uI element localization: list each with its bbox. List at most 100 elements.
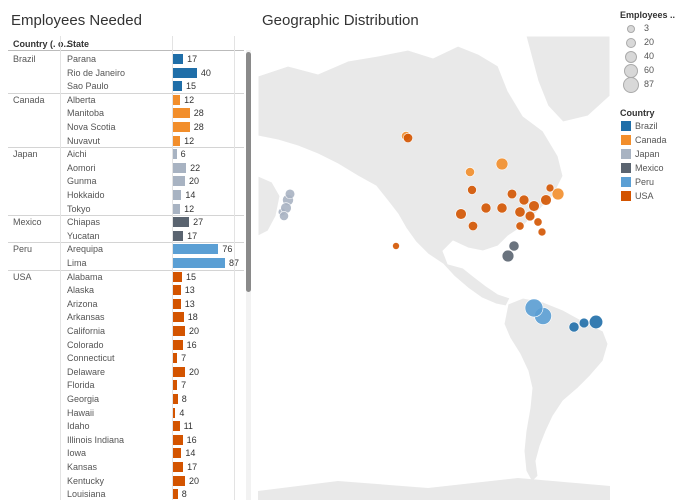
table-row[interactable]: Florida 7 [8, 378, 244, 392]
value-bar[interactable] [173, 217, 190, 228]
table-row[interactable]: Lima87 [8, 256, 244, 270]
table-row[interactable]: Japan Aichi 6 [8, 147, 244, 161]
legend-label[interactable]: USA [635, 191, 654, 201]
legend-swatch[interactable] [621, 163, 631, 173]
map-point[interactable] [496, 202, 508, 214]
employees-table[interactable]: Country (. o.. State Brazil Parana 17 Rio d… [8, 36, 244, 500]
table-row[interactable]: Iowa 14 [8, 446, 244, 460]
legend-label[interactable]: Japan [635, 149, 660, 159]
value-bar[interactable] [173, 94, 181, 105]
value-bar[interactable] [173, 475, 185, 486]
table-row[interactable]: Aomori 22 [8, 161, 244, 175]
legend-swatch[interactable] [621, 191, 631, 201]
table-row[interactable]: Kansas 17 [8, 460, 244, 474]
value-bar[interactable] [173, 162, 187, 173]
value-bar[interactable] [173, 203, 181, 214]
legend-swatch[interactable] [621, 121, 631, 131]
legend-label[interactable]: Peru [635, 177, 654, 187]
value-bar[interactable] [173, 122, 190, 132]
table-row[interactable]: Georgia 8 [8, 392, 244, 406]
map-point[interactable] [540, 194, 552, 206]
state-column-header[interactable]: State [67, 39, 89, 49]
value-bar[interactable] [173, 285, 181, 296]
table-row[interactable]: California 20 [8, 324, 244, 338]
table-row[interactable]: Tokyo 12 [8, 202, 244, 216]
table-row[interactable]: Peru Arequipa 76 [8, 242, 244, 256]
value-bar[interactable] [173, 312, 184, 323]
value-bar[interactable] [173, 394, 178, 404]
table-row[interactable]: USA Alabama 15 [8, 270, 244, 284]
map-point[interactable] [537, 227, 547, 237]
table-row[interactable]: Manitoba 28 [8, 106, 244, 120]
value-bar[interactable] [173, 271, 182, 282]
table-row[interactable]: Nuvavut 12 [8, 134, 244, 148]
legend-label[interactable]: Brazil [635, 121, 658, 131]
table-row[interactable]: Canada Alberta 12 [8, 93, 244, 107]
legend-label[interactable]: Canada [635, 135, 667, 145]
map-point[interactable] [578, 317, 590, 329]
map-point[interactable] [508, 240, 520, 252]
value-bar[interactable] [173, 462, 184, 472]
table-scrollbar[interactable] [246, 50, 251, 500]
value-bar[interactable] [173, 108, 190, 119]
map-point[interactable] [528, 200, 540, 212]
value-bar[interactable] [173, 54, 184, 64]
table-row[interactable]: Delaware 20 [8, 365, 244, 379]
map-point[interactable] [467, 220, 479, 232]
value-bar[interactable] [173, 149, 177, 160]
value-bar[interactable] [173, 366, 185, 377]
table-row[interactable]: Colorado 16 [8, 338, 244, 352]
map-point[interactable] [402, 132, 414, 144]
value-bar[interactable] [173, 339, 183, 350]
table-row[interactable]: Gunma 20 [8, 174, 244, 188]
map-point[interactable] [515, 221, 525, 231]
map-point[interactable] [501, 249, 515, 263]
map-point[interactable] [455, 208, 467, 220]
table-row[interactable]: Rio de Janeiro 40 [8, 66, 244, 80]
legend-swatch[interactable] [621, 135, 631, 145]
legend-swatch[interactable] [621, 149, 631, 159]
map-point[interactable] [467, 185, 477, 195]
table-row[interactable]: Nova Scotia 28 [8, 120, 244, 134]
value-bar[interactable] [173, 135, 181, 146]
table-row[interactable]: Mexico Chiapas 27 [8, 215, 244, 229]
table-row[interactable]: Hawaii 4 [8, 406, 244, 420]
map-point[interactable] [518, 194, 530, 206]
table-row[interactable]: Louisiana 8 [8, 487, 244, 500]
value-bar[interactable] [173, 244, 219, 255]
value-bar[interactable] [173, 258, 225, 268]
table-row[interactable]: Sao Paulo 15 [8, 79, 244, 93]
geographic-map[interactable] [258, 36, 610, 500]
map-point[interactable] [588, 314, 604, 330]
value-bar[interactable] [173, 298, 181, 309]
value-bar[interactable] [173, 326, 185, 336]
map-point[interactable] [495, 157, 509, 171]
table-row[interactable]: Idaho 11 [8, 419, 244, 433]
map-point[interactable] [545, 183, 555, 193]
table-row[interactable]: Kentucky 20 [8, 474, 244, 488]
table-row[interactable]: Connecticut 7 [8, 351, 244, 365]
map-point[interactable] [506, 188, 518, 200]
value-bar[interactable] [173, 448, 182, 459]
table-row[interactable]: Illinois Indiana 16 [8, 433, 244, 447]
table-row[interactable]: Arkansas 18 [8, 310, 244, 324]
table-row[interactable]: Brazil Parana 17 [8, 52, 244, 66]
value-bar[interactable] [173, 421, 180, 432]
value-bar[interactable] [173, 81, 182, 92]
map-point[interactable] [533, 217, 543, 227]
map-point[interactable] [524, 298, 544, 318]
map-point[interactable] [465, 167, 475, 177]
table-row[interactable]: Arizona 13 [8, 297, 244, 311]
table-row[interactable]: Hokkaido 14 [8, 188, 244, 202]
map-point[interactable] [279, 211, 289, 221]
value-bar[interactable] [173, 353, 178, 364]
value-bar[interactable] [173, 230, 184, 241]
map-point[interactable] [568, 321, 580, 333]
value-bar[interactable] [173, 380, 178, 391]
value-bar[interactable] [173, 489, 178, 500]
scrollbar-thumb[interactable] [246, 52, 251, 292]
map-point[interactable] [480, 202, 492, 214]
map-point[interactable] [514, 206, 526, 218]
value-bar[interactable] [173, 176, 185, 187]
value-bar[interactable] [173, 407, 176, 418]
